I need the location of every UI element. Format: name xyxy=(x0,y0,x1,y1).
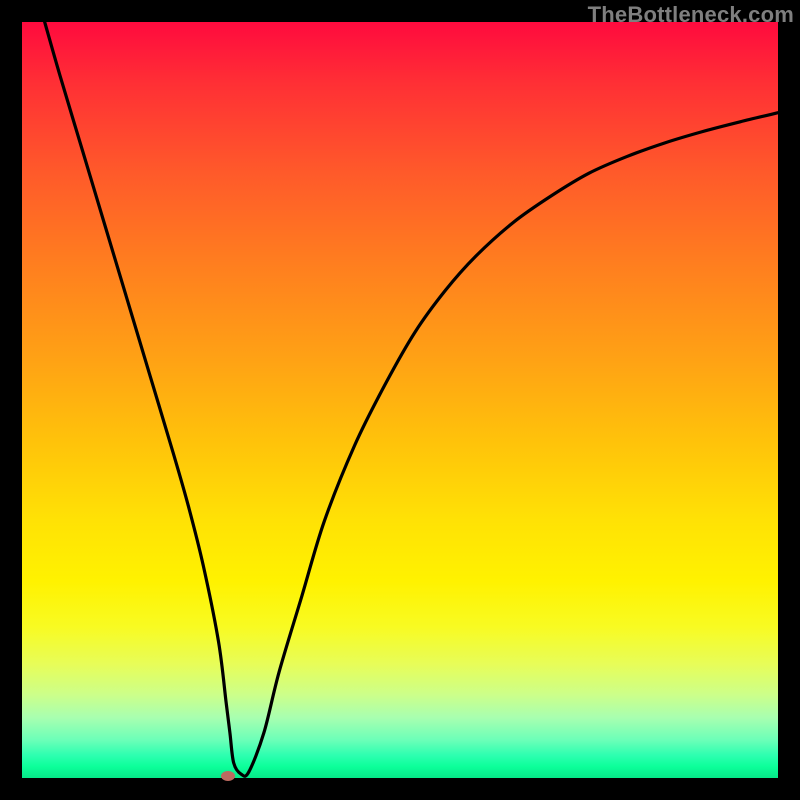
chart-svg xyxy=(22,22,778,778)
bottleneck-curve xyxy=(45,22,778,776)
watermark-text: TheBottleneck.com xyxy=(588,2,794,28)
chart-frame xyxy=(22,22,778,778)
minimum-marker xyxy=(221,771,235,781)
